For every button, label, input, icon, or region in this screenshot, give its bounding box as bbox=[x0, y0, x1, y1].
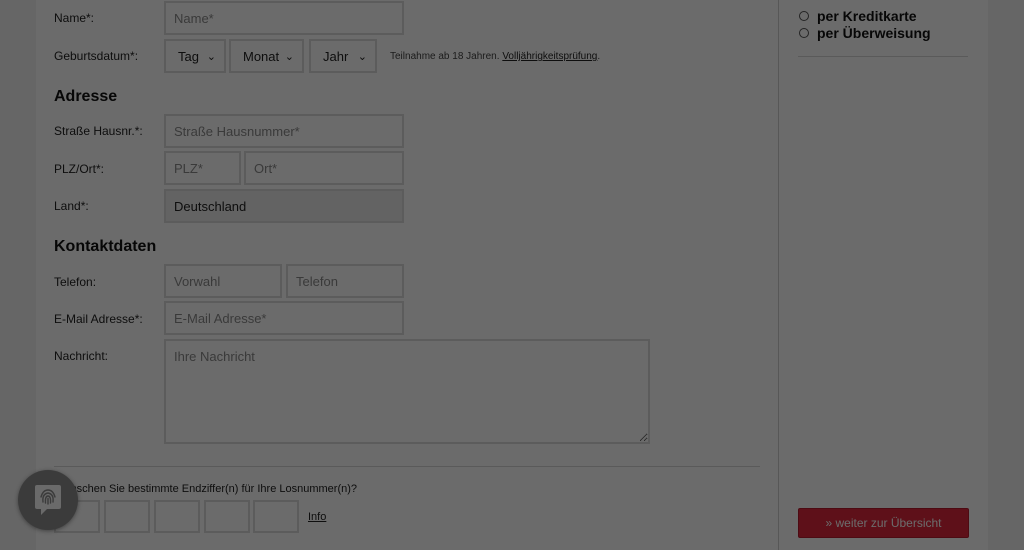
year-select-value: Jahr bbox=[323, 48, 349, 64]
birthdate-label: Geburtsdatum*: bbox=[54, 49, 139, 63]
address-section-title: Adresse bbox=[54, 88, 118, 105]
birthdate-month-select[interactable]: Monat ⌄ bbox=[229, 39, 304, 73]
ort-input[interactable] bbox=[244, 151, 404, 185]
radio-button[interactable] bbox=[799, 11, 809, 21]
street-label: Straße Hausnr.*: bbox=[54, 124, 143, 138]
end-digit-input-4[interactable] bbox=[204, 500, 250, 533]
name-label: Name*: bbox=[54, 11, 95, 25]
day-select-value: Tag bbox=[178, 48, 199, 64]
chevron-down-icon: ⌄ bbox=[284, 50, 294, 63]
payment-sidebar: per Kreditkarte per Überweisung » weiter… bbox=[779, 0, 988, 550]
plz-input[interactable] bbox=[164, 151, 241, 185]
country-input[interactable] bbox=[164, 189, 404, 223]
end-digits-info-link[interactable]: Info bbox=[308, 511, 326, 523]
fingerprint-widget-button[interactable] bbox=[18, 470, 78, 530]
email-input[interactable] bbox=[164, 301, 404, 335]
plz-ort-label: PLZ/Ort*: bbox=[54, 162, 105, 176]
order-form: Name*: Geburtsdatum*: Tag ⌄ Monat ⌄ Jahr… bbox=[36, 0, 778, 550]
payment-option-label: per Überweisung bbox=[817, 25, 931, 41]
sidebar-divider bbox=[798, 56, 968, 57]
payment-option-label: per Kreditkarte bbox=[817, 8, 917, 24]
end-digit-input-3[interactable] bbox=[154, 500, 200, 533]
month-select-value: Monat bbox=[243, 48, 280, 64]
page-margin-left bbox=[0, 0, 36, 550]
fingerprint-icon bbox=[35, 485, 61, 515]
radio-button[interactable] bbox=[799, 28, 809, 38]
street-input[interactable] bbox=[164, 114, 404, 148]
chevron-down-icon: ⌄ bbox=[206, 50, 216, 63]
birthdate-year-select[interactable]: Jahr ⌄ bbox=[309, 39, 377, 73]
age-verification-link[interactable]: Volljährigkeitsprüfung bbox=[502, 51, 597, 62]
end-digits-question: Wünschen Sie bestimmte Endziffer(n) für … bbox=[54, 483, 358, 495]
end-digit-input-2[interactable] bbox=[104, 500, 150, 533]
message-textarea[interactable] bbox=[164, 339, 650, 444]
birthdate-day-select[interactable]: Tag ⌄ bbox=[164, 39, 226, 73]
end-digit-input-5[interactable] bbox=[253, 500, 299, 533]
payment-option-bank-transfer[interactable]: per Überweisung bbox=[799, 25, 931, 41]
age-requirement-note: Teilnahme ab 18 Jahren. Volljährigkeitsp… bbox=[390, 51, 600, 62]
phone-area-input[interactable] bbox=[164, 264, 282, 298]
contact-section-title: Kontaktdaten bbox=[54, 238, 157, 255]
page-margin-right bbox=[988, 0, 1024, 550]
country-label: Land*: bbox=[54, 199, 89, 213]
email-label: E-Mail Adresse*: bbox=[54, 312, 143, 326]
continue-to-overview-button[interactable]: » weiter zur Übersicht bbox=[798, 508, 969, 538]
payment-option-credit-card[interactable]: per Kreditkarte bbox=[799, 8, 917, 24]
phone-label: Telefon: bbox=[54, 275, 97, 289]
message-label: Nachricht: bbox=[54, 349, 109, 363]
chevron-down-icon: ⌄ bbox=[357, 50, 367, 63]
name-input[interactable] bbox=[164, 1, 404, 35]
phone-number-input[interactable] bbox=[286, 264, 404, 298]
age-note-suffix: . bbox=[597, 51, 601, 62]
age-note-text: Teilnahme ab 18 Jahren. bbox=[390, 51, 500, 62]
form-divider bbox=[54, 466, 760, 467]
